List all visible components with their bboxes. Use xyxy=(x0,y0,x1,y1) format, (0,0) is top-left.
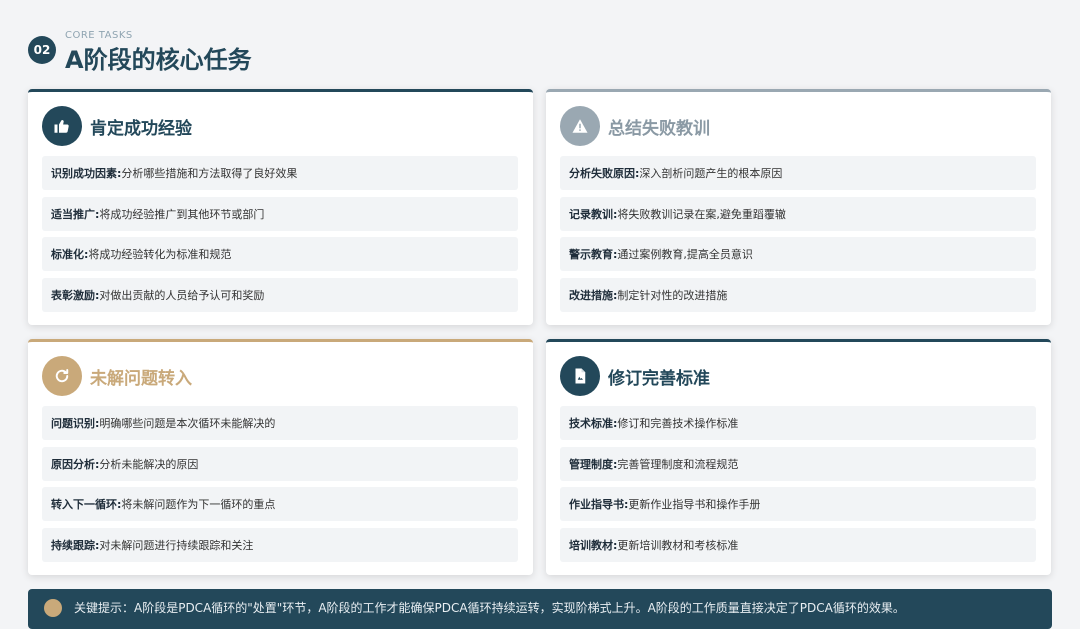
card-revise-standards: 修订完善标准 技术标准: 修订和完善技术操作标准 管理制度: 完善管理制度和流程… xyxy=(546,339,1051,575)
lightbulb-icon xyxy=(44,599,62,617)
list-item: 识别成功因素: 分析哪些措施和方法取得了良好效果 xyxy=(42,156,518,190)
card-unresolved-issues: 未解问题转入 问题识别: 明确哪些问题是本次循环未能解决的 原因分析: 分析未能… xyxy=(28,339,533,575)
list-item: 原因分析: 分析未能解决的原因 xyxy=(42,446,518,481)
card-title: 肯定成功经验 xyxy=(90,118,192,139)
list-item: 技术标准: 修订和完善技术操作标准 xyxy=(560,406,1036,440)
card-failure-lessons: 总结失败教训 分析失败原因: 深入剖析问题产生的根本原因 记录教训: 将失败教训… xyxy=(546,89,1051,325)
thumbs-up-icon xyxy=(42,106,82,146)
card-title: 总结失败教训 xyxy=(608,118,710,139)
list-item: 持续跟踪: 对未解问题进行持续跟踪和关注 xyxy=(42,528,518,563)
document-icon xyxy=(560,356,600,396)
list-item: 问题识别: 明确哪些问题是本次循环未能解决的 xyxy=(42,406,518,440)
card-title: 未解问题转入 xyxy=(90,368,192,389)
list-item: 标准化: 将成功经验转化为标准和规范 xyxy=(42,237,518,272)
list-item: 表彰激励: 对做出贡献的人员给予认可和奖励 xyxy=(42,278,518,313)
list-item: 分析失败原因: 深入剖析问题产生的根本原因 xyxy=(560,156,1036,190)
list-item: 转入下一循环: 将未解问题作为下一循环的重点 xyxy=(42,487,518,522)
card-success-experience: 肯定成功经验 识别成功因素: 分析哪些措施和方法取得了良好效果 适当推广: 将成… xyxy=(28,89,533,325)
key-note-bar: 关键提示：A阶段是PDCA循环的"处置"环节，A阶段的工作才能确保PDCA循环持… xyxy=(28,589,1052,629)
redo-icon xyxy=(42,356,82,396)
warning-icon xyxy=(560,106,600,146)
list-item: 适当推广: 将成功经验推广到其他环节或部门 xyxy=(42,196,518,231)
section-number-badge: 02 xyxy=(28,36,56,64)
page-title: A阶段的核心任务 xyxy=(65,46,252,74)
key-note-text: 关键提示：A阶段是PDCA循环的"处置"环节，A阶段的工作才能确保PDCA循环持… xyxy=(74,601,905,615)
list-item: 培训教材: 更新培训教材和考核标准 xyxy=(560,528,1036,563)
list-item: 记录教训: 将失败教训记录在案,避免重蹈覆辙 xyxy=(560,196,1036,231)
list-item: 改进措施: 制定针对性的改进措施 xyxy=(560,278,1036,313)
list-item: 警示教育: 通过案例教育,提高全员意识 xyxy=(560,237,1036,272)
card-title: 修订完善标准 xyxy=(608,368,710,389)
list-item: 管理制度: 完善管理制度和流程规范 xyxy=(560,446,1036,481)
list-item: 作业指导书: 更新作业指导书和操作手册 xyxy=(560,487,1036,522)
